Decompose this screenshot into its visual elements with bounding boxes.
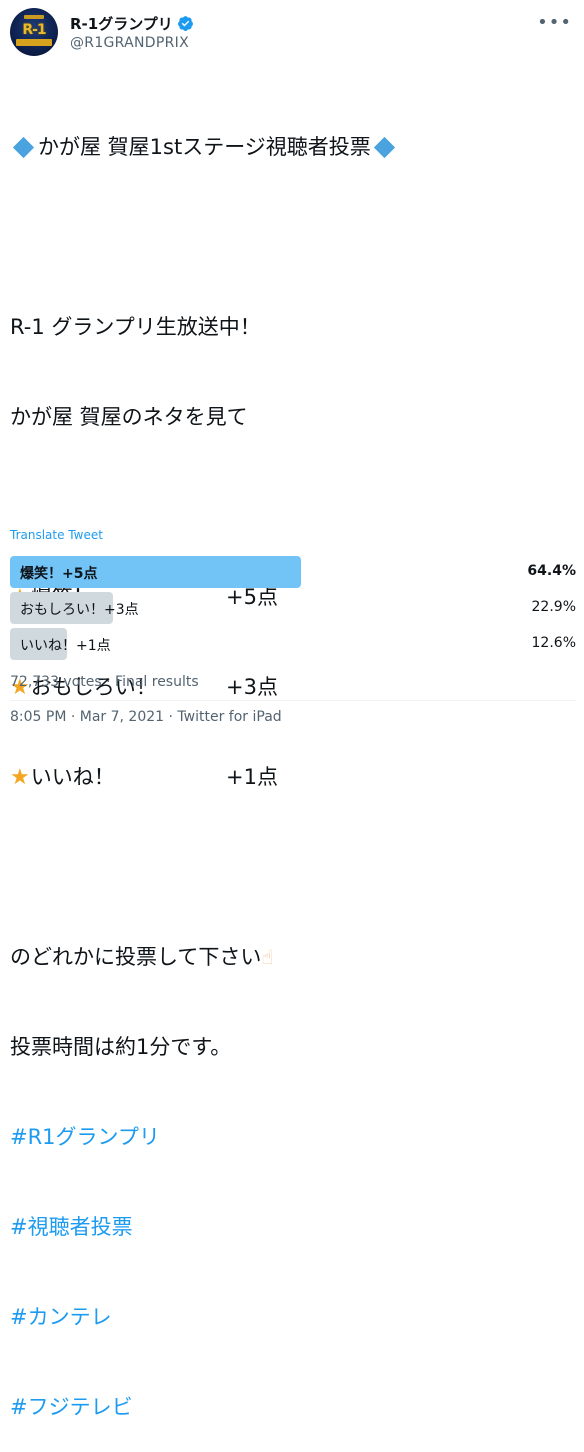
option-points: +3点 bbox=[226, 675, 278, 699]
diamond-icon bbox=[373, 136, 395, 159]
poll-choice-label: おもしろい！+3点 bbox=[20, 602, 139, 618]
vote-instruction: のどれかに投票して下さい bbox=[10, 945, 262, 969]
tweet-line: 投票時間は約1分です。 bbox=[10, 1035, 232, 1059]
translate-tweet-link[interactable]: Translate Tweet bbox=[10, 528, 103, 542]
avatar[interactable]: R-1 bbox=[10, 8, 58, 56]
hashtag-link[interactable]: #カンテレ bbox=[10, 1302, 570, 1332]
tweet-timestamp[interactable]: 8:05 PM · Mar 7, 2021 · Twitter for iPad bbox=[10, 709, 282, 725]
star-icon: ★ bbox=[10, 765, 30, 790]
tweet-header: R-1 R-1グランプリ @R1GRANDPRIX ••• bbox=[10, 8, 576, 60]
more-options-icon[interactable]: ••• bbox=[537, 12, 572, 33]
poll-choice-label: 爆笑！+5点 bbox=[20, 566, 98, 582]
poll-summary: 72,733 votes · Final results bbox=[10, 674, 199, 690]
tweet-line: R-1 グランプリ生放送中！ bbox=[10, 315, 261, 339]
avatar-logo-crown bbox=[24, 15, 44, 19]
avatar-logo-text: R-1 bbox=[22, 22, 46, 38]
poll-choice-percent: 64.4% bbox=[527, 563, 576, 579]
poll-choice-percent: 12.6% bbox=[531, 635, 576, 651]
handle[interactable]: @R1GRANDPRIX bbox=[70, 35, 189, 51]
tweet-line: かが屋 賀屋のネタを見て bbox=[10, 405, 248, 429]
tweet-line: のどれかに投票して下さい☝ bbox=[10, 942, 570, 972]
tweet-title-line: かが屋 賀屋1stステージ視聴者投票 bbox=[10, 132, 570, 162]
verified-badge-icon bbox=[177, 16, 193, 31]
title-text: かが屋 賀屋1stステージ視聴者投票 bbox=[38, 135, 371, 159]
poll-choice: いいね！+1点 12.6% bbox=[10, 628, 576, 660]
hashtag-link[interactable]: #視聴者投票 bbox=[10, 1212, 570, 1242]
hashtag-link[interactable]: #フジテレビ bbox=[10, 1392, 570, 1422]
name-row: R-1グランプリ bbox=[70, 13, 194, 34]
diamond-icon bbox=[12, 136, 35, 159]
poll-choice-percent: 22.9% bbox=[531, 599, 576, 615]
pointing-hand-icon: ☝ bbox=[261, 945, 274, 969]
option-label: いいね！ bbox=[30, 765, 115, 789]
avatar-logo-banner bbox=[16, 39, 52, 46]
poll: 爆笑！+5点 64.4% おもしろい！+3点 22.9% いいね！+1点 12.… bbox=[10, 556, 576, 664]
poll-choice: おもしろい！+3点 22.9% bbox=[10, 592, 576, 624]
divider bbox=[10, 700, 576, 701]
option-points: +1点 bbox=[226, 765, 278, 789]
tweet-text: かが屋 賀屋1stステージ視聴者投票 R-1 グランプリ生放送中！ かが屋 賀屋… bbox=[10, 72, 570, 1452]
poll-choice-label: いいね！+1点 bbox=[20, 638, 111, 654]
option-line: ★いいね！ +1点 bbox=[10, 762, 570, 792]
display-name[interactable]: R-1グランプリ bbox=[70, 13, 173, 34]
hashtag-link[interactable]: #R1グランプリ bbox=[10, 1122, 570, 1152]
poll-choice: 爆笑！+5点 64.4% bbox=[10, 556, 576, 588]
